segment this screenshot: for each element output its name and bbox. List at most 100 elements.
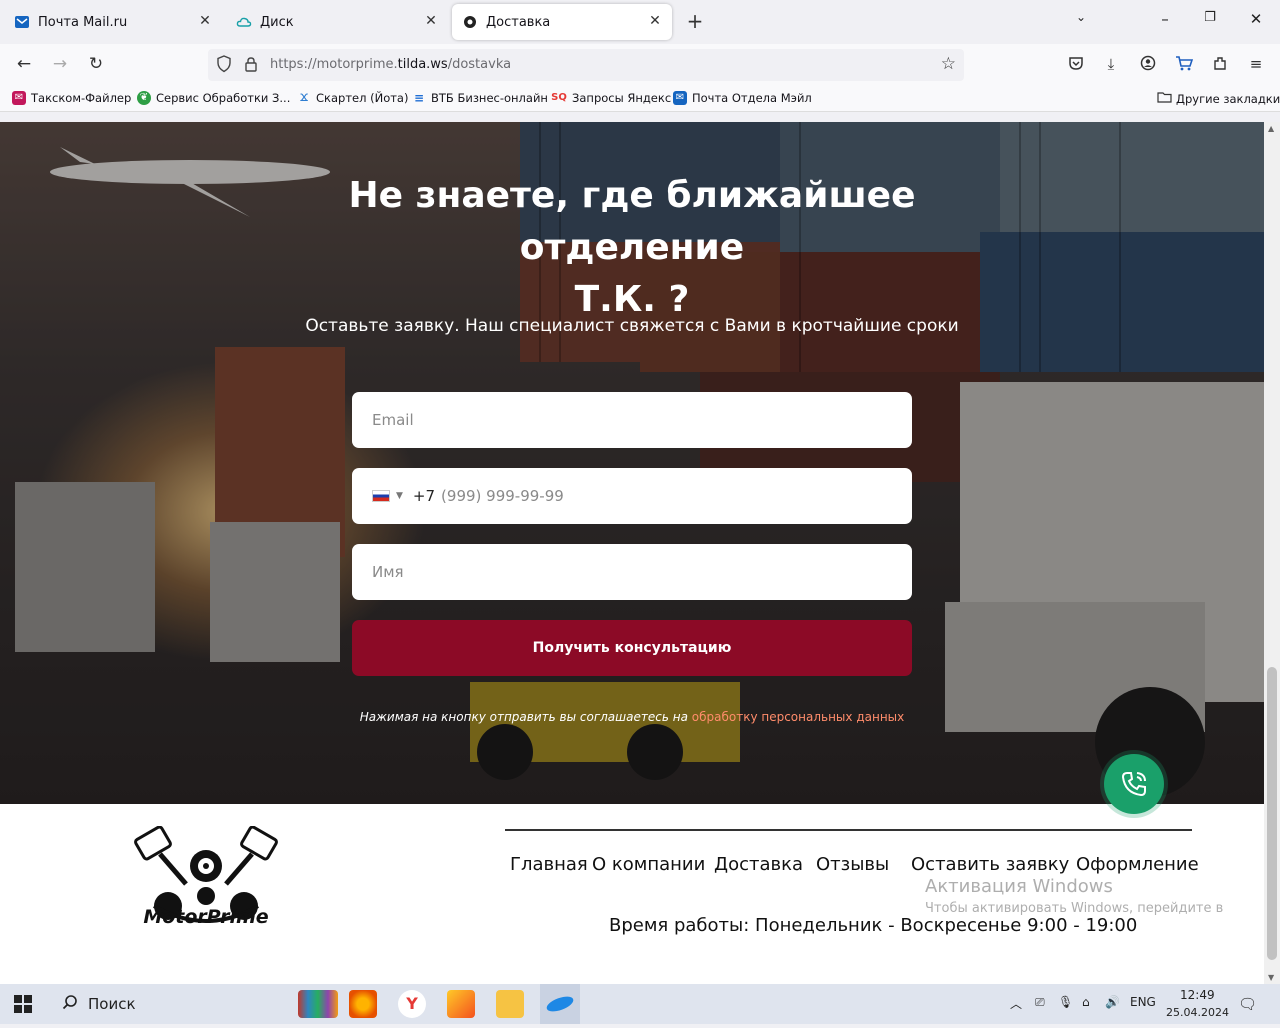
name-field[interactable]: Имя <box>352 544 912 600</box>
email-placeholder: Email <box>372 411 414 429</box>
footer-nav-about[interactable]: О компании <box>592 854 705 875</box>
footer-nav-reviews[interactable]: Отзывы <box>816 854 889 875</box>
shield-icon[interactable] <box>216 55 232 77</box>
list-tabs-icon[interactable]: ⌄ <box>1071 10 1091 24</box>
motorprime-logo[interactable] <box>124 826 288 952</box>
back-icon[interactable]: ← <box>13 54 35 74</box>
windows-activation-text: Чтобы активировать Windows, перейдите в <box>925 901 1224 916</box>
bookmark-star-icon[interactable]: ☆ <box>941 54 956 74</box>
tab-title: Почта Mail.ru <box>38 14 128 30</box>
caret-down-icon[interactable]: ▼ <box>396 491 403 501</box>
page-viewport: Не знаете, где ближайшее отделение Т.К. … <box>0 122 1264 984</box>
clock-time[interactable]: 12:49 <box>1180 988 1215 1002</box>
heading-line-1: Не знаете, где ближайшее отделение <box>348 175 916 268</box>
bookmark-yandex-queries[interactable]: SQ Запросы Яндекс <box>551 91 671 105</box>
bookmark-label: Такском-Файлер <box>31 91 132 105</box>
email-field[interactable]: Email <box>352 392 912 448</box>
windows-activation-title: Активация Windows <box>925 876 1113 897</box>
firefox-icon[interactable] <box>349 990 377 1018</box>
working-hours: Время работы: Понедельник - Воскресенье … <box>609 915 1138 936</box>
phone-field[interactable]: ▼ +7 (999) 999-99-99 <box>352 468 912 524</box>
reload-icon[interactable]: ↻ <box>85 54 107 74</box>
bookmark-yota[interactable]: ϫ Скартел (Йота) <box>297 91 409 106</box>
hero-subtitle: Оставьте заявку. Наш специалист свяжется… <box>305 316 959 336</box>
bookmarks-toolbar: ✉ Такском-Файлер ❦ Сервис Обработки З...… <box>0 86 1280 112</box>
tray-app-icon[interactable]: ⎚ <box>1035 995 1045 1010</box>
tab-disk[interactable]: Диск ✕ <box>226 4 448 40</box>
mail-app-icon[interactable] <box>447 990 475 1018</box>
vtb-icon: ≡ <box>413 91 425 105</box>
tab-strip: Почта Mail.ru ✕ Диск ✕ Доставка ✕ + ⌄ – … <box>0 0 1280 44</box>
tray-chevron-icon[interactable]: ︿ <box>1010 995 1022 1012</box>
bookmark-label: Скартел (Йота) <box>316 91 409 105</box>
other-bookmarks[interactable]: Другие закладки <box>1157 91 1280 106</box>
page-scrollbar[interactable]: ▲ ▼ <box>1264 122 1280 984</box>
address-bar[interactable]: https://motorprime.tilda.ws/dostavka ☆ <box>208 49 964 81</box>
motorprime-favicon <box>462 14 478 30</box>
account-icon[interactable] <box>1138 55 1158 75</box>
url-text[interactable]: https://motorprime.tilda.ws/dostavka <box>270 57 511 72</box>
scroll-down-icon[interactable]: ▼ <box>1268 973 1274 982</box>
language-indicator[interactable]: ENG <box>1130 995 1156 1009</box>
scrollbar-thumb[interactable] <box>1267 667 1277 960</box>
phone-placeholder: (999) 999-99-99 <box>441 487 564 505</box>
lock-icon[interactable] <box>244 56 258 76</box>
active-app-icon[interactable] <box>540 984 580 1024</box>
extensions-icon[interactable] <box>1210 55 1230 75</box>
url-path: /dostavka <box>447 57 512 72</box>
tab-title: Диск <box>260 14 294 30</box>
network-icon[interactable]: ⌂ <box>1082 995 1090 1009</box>
url-prefix: https://motorprime. <box>270 57 398 72</box>
close-icon[interactable]: ✕ <box>422 13 440 29</box>
bookmark-taxcom[interactable]: ✉ Такском-Файлер <box>12 91 131 105</box>
bookmark-mail-dept[interactable]: ✉ Почта Отдела Мэйл <box>673 91 812 105</box>
footer-nav-home[interactable]: Главная <box>510 854 588 875</box>
window-close-icon[interactable]: ✕ <box>1246 10 1266 28</box>
tab-dostavka[interactable]: Доставка ✕ <box>452 4 672 40</box>
cloud-icon <box>236 14 252 30</box>
consent-text: Нажимая на кнопку отправить вы соглашает… <box>232 710 1032 724</box>
footer-nav-ordering[interactable]: Оформление <box>1076 854 1199 875</box>
mail-icon: ✉ <box>673 91 687 105</box>
volume-icon[interactable]: 🔊 <box>1105 995 1120 1009</box>
footer-nav-delivery[interactable]: Доставка <box>714 854 803 875</box>
bookmark-label: Почта Отдела Мэйл <box>692 91 812 105</box>
tab-mail[interactable]: Почта Mail.ru ✕ <box>4 4 222 40</box>
menu-icon[interactable]: ≡ <box>1246 55 1266 73</box>
yandex-browser-icon[interactable]: Y <box>398 990 426 1018</box>
close-icon[interactable]: ✕ <box>196 13 214 29</box>
bookmark-label: Другие закладки <box>1176 91 1280 106</box>
bookmark-label: Сервис Обработки З... <box>156 91 291 105</box>
forward-icon[interactable]: → <box>49 54 71 74</box>
call-button[interactable] <box>1104 754 1164 814</box>
bookmark-vtb[interactable]: ≡ ВТБ Бизнес-онлайн <box>412 91 548 105</box>
heading-line-2: Т.К. ? <box>574 279 690 320</box>
footer-nav-request[interactable]: Оставить заявку <box>911 854 1069 875</box>
search-icon <box>62 994 78 1014</box>
bookmark-service[interactable]: ❦ Сервис Обработки З... <box>137 91 290 105</box>
footer: MotorPrime Главная О компании Доставка О… <box>0 804 1264 984</box>
new-tab-icon[interactable]: + <box>684 9 706 33</box>
windows-start-icon[interactable] <box>14 995 32 1017</box>
folder-icon <box>1157 91 1172 106</box>
notifications-icon[interactable]: 🗨 <box>1238 995 1257 1013</box>
download-icon[interactable]: ⤓ <box>1101 55 1121 73</box>
privacy-policy-link[interactable]: обработку персональных данных <box>692 710 905 724</box>
books-icon[interactable] <box>298 990 338 1018</box>
pocket-icon[interactable] <box>1066 55 1086 75</box>
get-consultation-button[interactable]: Получить консультацию <box>352 620 912 676</box>
url-domain: tilda.ws <box>397 57 448 72</box>
minimize-icon[interactable]: – <box>1155 10 1175 28</box>
restore-icon[interactable]: ❐ <box>1200 10 1220 25</box>
search-label: Поиск <box>88 995 136 1013</box>
cart-icon[interactable] <box>1174 55 1194 75</box>
logo-text: MotorPrime <box>143 906 269 928</box>
scroll-up-icon[interactable]: ▲ <box>1268 124 1274 133</box>
clock-date[interactable]: 25.04.2024 <box>1166 1006 1229 1019</box>
name-placeholder: Имя <box>372 563 404 581</box>
microphone-icon[interactable]: 🎙 <box>1058 995 1073 1009</box>
close-icon[interactable]: ✕ <box>646 13 664 29</box>
sq-icon: SQ <box>551 92 567 103</box>
russia-flag-icon[interactable] <box>372 490 390 502</box>
file-explorer-icon[interactable] <box>496 990 524 1018</box>
